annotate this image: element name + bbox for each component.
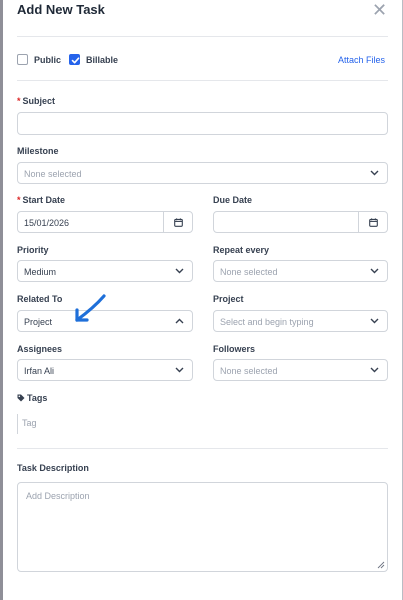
chevron-down-icon — [175, 268, 184, 274]
chevron-down-icon — [370, 268, 379, 274]
public-checkbox[interactable] — [17, 54, 28, 65]
options-divider — [17, 80, 388, 81]
assignees-select[interactable]: Irfan Ali — [17, 359, 193, 381]
project-select[interactable]: Select and begin typing — [213, 310, 388, 332]
tags-label: Tags — [17, 393, 47, 403]
start-date-label: * Start Date — [17, 195, 65, 205]
priority-select[interactable]: Medium — [17, 260, 193, 282]
priority-label: Priority — [17, 245, 49, 255]
followers-label: Followers — [213, 344, 256, 354]
project-placeholder: Select and begin typing — [220, 317, 314, 327]
assignees-value: Irfan Ali — [24, 366, 55, 376]
start-date-input[interactable]: 15/01/2026 — [17, 211, 193, 233]
repeat-every-label: Repeat every — [213, 245, 270, 255]
priority-value: Medium — [24, 267, 57, 277]
task-description-textarea[interactable]: Add Description — [17, 482, 388, 572]
due-date-label: Due Date — [213, 195, 253, 205]
arrow-icon — [75, 294, 106, 322]
resize-handle-icon[interactable] — [377, 561, 385, 569]
tags-input-border — [17, 414, 18, 434]
task-description-placeholder: Add Description — [26, 491, 90, 501]
attach-files-link[interactable]: Attach Files — [338, 55, 385, 65]
milestone-label: Milestone — [17, 146, 59, 156]
related-to-label: Related To — [17, 294, 63, 304]
followers-select[interactable]: None selected — [213, 359, 388, 381]
chevron-down-icon — [175, 367, 184, 373]
tags-label-text: Tags — [27, 393, 48, 403]
tag-icon — [17, 394, 25, 402]
subject-input[interactable] — [17, 112, 388, 135]
billable-checkbox[interactable] — [69, 54, 80, 65]
milestone-select[interactable]: None selected — [17, 162, 388, 184]
chevron-down-icon — [370, 318, 379, 324]
tags-divider — [17, 448, 388, 449]
due-date-input[interactable] — [213, 211, 388, 233]
milestone-value: None selected — [24, 169, 82, 179]
start-date-label-text: Start Date — [22, 195, 66, 205]
repeat-every-value: None selected — [220, 267, 278, 277]
subject-label-text: Subject — [22, 96, 56, 106]
chevron-up-icon — [175, 318, 184, 324]
assignees-label: Assignees — [17, 344, 63, 354]
billable-label: Billable — [86, 55, 119, 65]
close-icon[interactable]: ✕ — [372, 1, 387, 19]
calendar-icon — [174, 218, 183, 227]
start-date-value: 15/01/2026 — [24, 218, 70, 228]
subject-label: * Subject — [17, 96, 55, 106]
chevron-down-icon — [370, 367, 379, 373]
required-marker: * — [17, 96, 21, 106]
header-divider — [17, 36, 388, 37]
followers-value: None selected — [220, 366, 278, 376]
related-to-value: Project — [24, 317, 53, 327]
repeat-every-select[interactable]: None selected — [213, 260, 388, 282]
due-date-calendar-button[interactable] — [358, 212, 388, 232]
tags-input[interactable]: Tag — [22, 418, 37, 428]
chevron-down-icon — [370, 170, 379, 176]
calendar-icon — [369, 218, 378, 227]
project-label: Project — [213, 294, 244, 304]
task-description-label: Task Description — [17, 463, 89, 473]
modal-title: Add New Task — [17, 2, 105, 17]
add-task-modal: Add New Task ✕ Public Billable Attach Fi… — [3, 0, 402, 600]
check-icon — [71, 57, 80, 64]
required-marker: * — [17, 195, 21, 205]
start-date-calendar-button[interactable] — [163, 212, 193, 232]
public-label: Public — [34, 55, 62, 65]
